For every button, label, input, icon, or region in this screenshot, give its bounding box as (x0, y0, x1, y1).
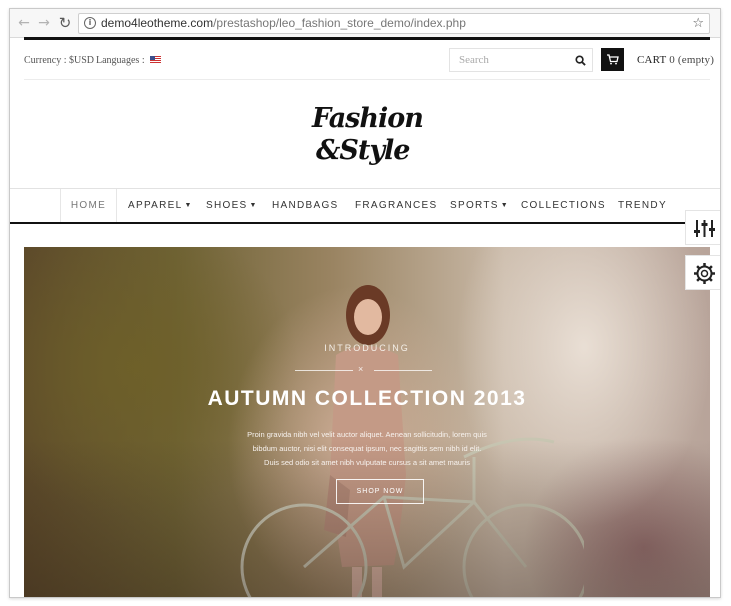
menu-item-shoes[interactable]: SHOES ▼ (206, 200, 258, 211)
cart-icon (607, 54, 619, 65)
reload-icon[interactable]: ↻ (56, 14, 74, 32)
header-topbar: Currency : $USD Languages : Search CART … (10, 40, 720, 80)
menu-item-label: APPAREL (128, 200, 183, 211)
menu-item-label: TRENDY (618, 200, 667, 211)
style-panel-toggle[interactable] (685, 210, 720, 245)
menu-item-home[interactable]: HOME (60, 189, 117, 222)
url-path: /prestashop/leo_fashion_store_demo/index… (213, 16, 466, 30)
hero-overlay (24, 247, 710, 597)
forward-arrow-icon[interactable]: → (35, 14, 53, 32)
menu-item-label: HANDBAGS (272, 200, 339, 211)
menu-item-collections[interactable]: COLLECTIONS (521, 200, 606, 211)
hero-desc-line: Duis sed odio sit amet nibh vulputate cu… (264, 458, 470, 467)
intro-divider-right (374, 370, 432, 371)
bookmark-star-icon[interactable]: ☆ (692, 14, 704, 33)
menu-item-label: FRAGRANCES (355, 200, 438, 211)
main-menu: HOME APPAREL ▼ SHOES ▼ HANDBAGS FRAGRANCES… (10, 189, 720, 222)
menu-item-fragrances[interactable]: FRAGRANCES (355, 200, 437, 211)
menu-item-label: COLLECTIONS (521, 200, 606, 211)
search-input[interactable]: Search (449, 48, 593, 72)
menu-item-trendy[interactable]: TRENDY (618, 200, 667, 211)
hero-desc-line: bibdum auctor, nisi elit consequat ipsum… (252, 444, 482, 453)
menu-item-label: HOME (70, 200, 107, 211)
search-placeholder: Search (459, 54, 489, 66)
menu-item-sports[interactable]: SPORTS ▼ (450, 200, 509, 211)
hero-slider[interactable]: INTRODUCING × AUTUMN COLLECTION 2013 Pro… (24, 247, 710, 597)
hero-title: AUTUMN COLLECTION 2013 (207, 387, 527, 410)
caret-down-icon: ▼ (500, 202, 509, 209)
language-selector[interactable]: Languages : (96, 55, 162, 66)
languages-label: Languages : (96, 55, 145, 66)
hero-description: Proin gravida nibh vel velit auctor aliq… (217, 428, 517, 470)
info-icon[interactable]: i (84, 17, 96, 29)
currency-selector[interactable]: Currency : $USD (24, 55, 94, 66)
search-icon[interactable] (575, 55, 586, 66)
url-domain: demo4leotheme.com (101, 16, 214, 30)
settings-panel-toggle[interactable] (685, 255, 720, 290)
menu-bottom-rule (10, 222, 690, 224)
site-logo[interactable]: Fashion &Style (300, 103, 430, 173)
caret-down-icon: ▼ (184, 202, 193, 209)
caret-down-icon: ▼ (249, 202, 258, 209)
menu-item-label: SPORTS (450, 200, 499, 211)
sliders-icon (694, 220, 715, 237)
shop-now-button[interactable]: SHOP NOW (336, 479, 424, 504)
hero-desc-line: Proin gravida nibh vel velit auctor aliq… (247, 430, 487, 439)
address-bar[interactable]: i demo4leotheme.com/prestashop/leo_fashi… (78, 13, 710, 34)
gear-icon (694, 263, 715, 284)
intro-divider-ornament: × (358, 364, 364, 374)
us-flag-icon[interactable] (150, 56, 162, 64)
logo-line-2: &Style (316, 135, 410, 166)
browser-toolbar: ← → ↻ i demo4leotheme.com/prestashop/leo… (10, 9, 720, 38)
cart-button[interactable] (601, 48, 624, 71)
back-arrow-icon[interactable]: ← (15, 14, 33, 32)
hero-intro-text: INTRODUCING (324, 343, 410, 353)
browser-window: ← → ↻ i demo4leotheme.com/prestashop/leo… (9, 8, 721, 598)
cart-summary[interactable]: CART 0 (empty) (637, 54, 714, 66)
header-divider (24, 79, 710, 80)
cart-label: CART (637, 54, 667, 66)
intro-divider-left (295, 370, 353, 371)
menu-item-handbags[interactable]: HANDBAGS (272, 200, 339, 211)
logo-line-1: Fashion (312, 103, 424, 134)
menu-item-label: SHOES (206, 200, 248, 211)
menu-item-apparel[interactable]: APPAREL ▼ (128, 200, 193, 211)
cart-status: 0 (empty) (669, 54, 715, 66)
